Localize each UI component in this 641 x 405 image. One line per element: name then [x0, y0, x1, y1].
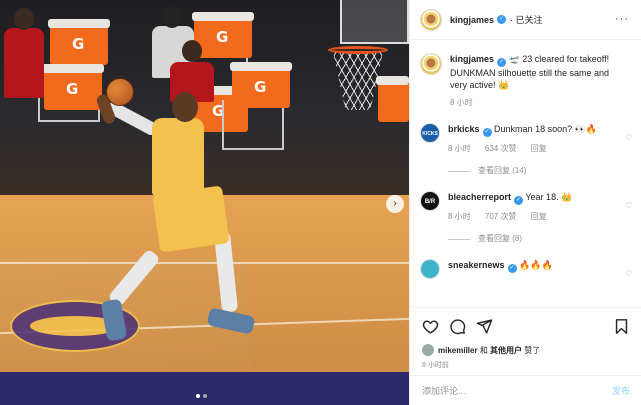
- bench-person-head: [14, 8, 34, 30]
- liker-avatar[interactable]: [422, 344, 434, 356]
- backboard: [340, 0, 409, 44]
- liker-username[interactable]: mikemiller: [438, 346, 478, 355]
- author-username[interactable]: kingjames: [450, 15, 494, 25]
- instagram-post: G G G G G › kingjames ✓ · 已关注 ··· kingja…: [0, 0, 641, 405]
- commenter-username[interactable]: brkicks: [448, 124, 480, 134]
- post-photo[interactable]: G G G G G ›: [0, 0, 409, 405]
- post-side-panel: kingjames ✓ · 已关注 ··· kingjames ✓ 🛫 23 cl…: [409, 0, 641, 405]
- court-line: [0, 262, 409, 264]
- comment-input[interactable]: [422, 385, 612, 396]
- comment-item: KICKS brkicks ✓ Dunkman 18 soon? 👀🔥 8 小时 …: [420, 123, 632, 177]
- heart-icon[interactable]: [422, 318, 439, 335]
- commenter-avatar[interactable]: [420, 259, 440, 279]
- view-replies-button[interactable]: 查看回复 (8): [448, 233, 618, 245]
- commenter-avatar[interactable]: KICKS: [420, 123, 440, 143]
- comment-text: Year 18. 👑: [525, 192, 573, 202]
- carousel-dot: [203, 394, 207, 398]
- commenter-avatar[interactable]: B/R: [420, 191, 440, 211]
- likes-summary: mikemiller 和 其他用户 赞了: [422, 344, 630, 356]
- gatorade-cooler: [376, 76, 409, 122]
- comment-heart-icon[interactable]: ♡: [625, 201, 632, 210]
- player-jersey: [152, 118, 204, 196]
- comment-text: Dunkman 18 soon? 👀🔥: [494, 124, 598, 134]
- verified-badge-icon: ✓: [497, 58, 507, 67]
- post-header: kingjames ✓ · 已关注 ···: [410, 0, 641, 40]
- commenter-username[interactable]: sneakernews: [448, 260, 505, 270]
- comment-likes[interactable]: 707 次赞: [485, 212, 517, 221]
- gatorade-cooler: G: [230, 62, 292, 108]
- verified-badge-icon: ✓: [497, 15, 507, 24]
- post-comment-button[interactable]: 发布: [612, 384, 630, 397]
- more-options-icon[interactable]: ···: [615, 13, 629, 25]
- caption-time[interactable]: 8 小时: [450, 98, 473, 107]
- gatorade-cooler: G: [192, 12, 254, 58]
- court-sideline: [0, 372, 409, 405]
- bench-person-head: [182, 40, 202, 62]
- comment-time[interactable]: 8 小时: [448, 212, 471, 221]
- following-status[interactable]: · 已关注: [510, 13, 543, 26]
- view-replies-button[interactable]: 查看回复 (14): [448, 165, 618, 177]
- carousel-indicator: [196, 394, 207, 398]
- comment-time[interactable]: 8 小时: [448, 144, 471, 153]
- caption: kingjames ✓ 🛫 23 cleared for takeoff! DUN…: [420, 53, 632, 109]
- reply-button[interactable]: 回复: [531, 212, 547, 221]
- commenter-username[interactable]: bleacherreport: [448, 192, 511, 202]
- bench-person-head: [162, 6, 182, 28]
- comment-heart-icon[interactable]: ♡: [625, 133, 632, 142]
- add-comment-bar: 发布: [410, 375, 641, 405]
- carousel-dot-active: [196, 394, 200, 398]
- player-head: [172, 92, 198, 122]
- gatorade-cooler: G: [48, 19, 110, 65]
- gatorade-cooler: G: [42, 64, 104, 110]
- chevron-right-icon[interactable]: ›: [386, 195, 404, 213]
- other-likers-link[interactable]: 其他用户: [490, 346, 522, 355]
- reply-button[interactable]: 回复: [531, 144, 547, 153]
- send-icon[interactable]: [476, 318, 493, 335]
- comments-list[interactable]: kingjames ✓ 🛫 23 cleared for takeoff! DUN…: [410, 41, 641, 307]
- bench-person: [4, 28, 44, 98]
- comment-icon[interactable]: [449, 318, 466, 335]
- comment-heart-icon[interactable]: ♡: [625, 269, 632, 278]
- verified-badge-icon: ✓: [482, 128, 492, 137]
- basketball: [106, 78, 134, 106]
- verified-badge-icon: ✓: [507, 264, 517, 273]
- author-avatar[interactable]: [420, 53, 442, 75]
- comment-likes[interactable]: 634 次赞: [485, 144, 517, 153]
- comment-text: 🔥🔥🔥: [519, 260, 553, 270]
- verified-badge-icon: ✓: [514, 196, 524, 205]
- caption-username[interactable]: kingjames: [450, 54, 494, 64]
- comment-item: sneakernews ✓ 🔥🔥🔥 ♡: [420, 259, 632, 279]
- comment-item: B/R bleacherreport ✓ Year 18. 👑 8 小时 707 …: [420, 191, 632, 245]
- author-avatar[interactable]: [420, 8, 442, 31]
- basketball-rim: [328, 46, 388, 54]
- post-timestamp[interactable]: 8 小时前: [422, 360, 630, 370]
- bookmark-icon[interactable]: [613, 318, 630, 335]
